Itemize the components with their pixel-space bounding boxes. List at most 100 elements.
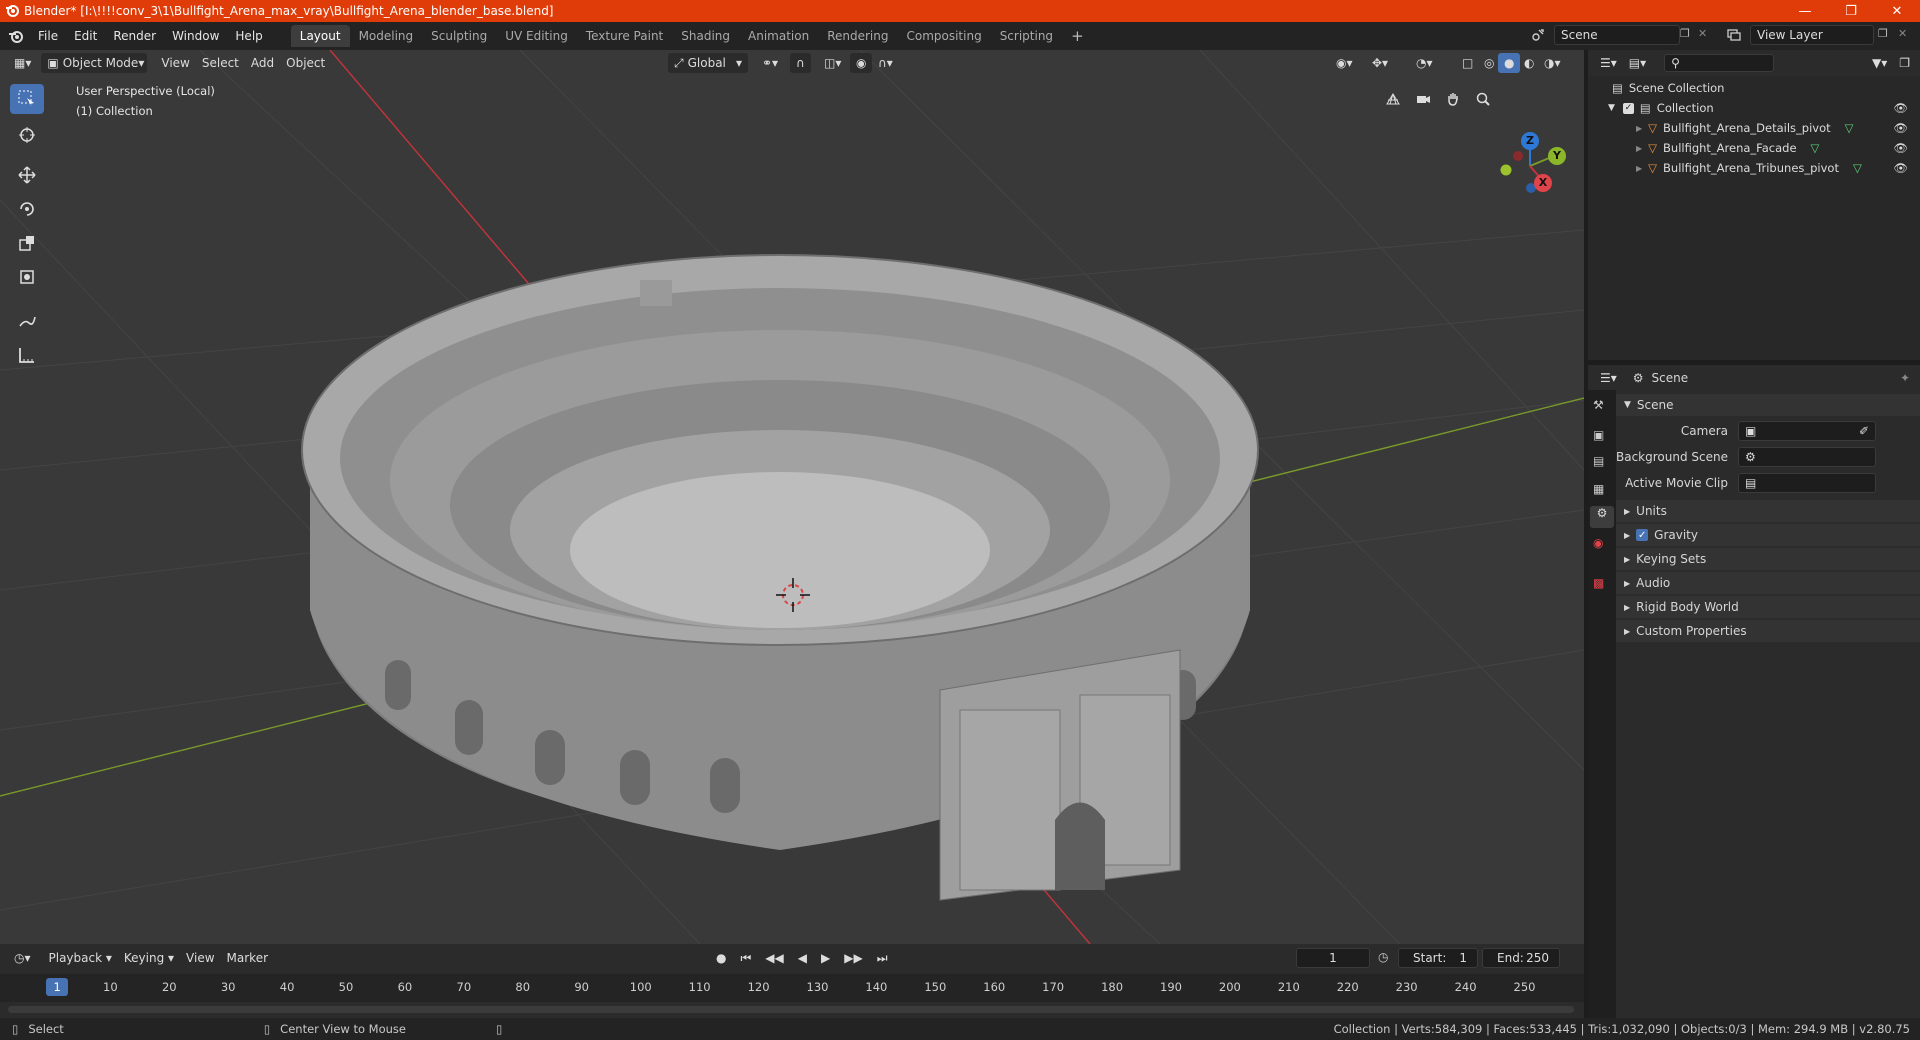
outliner-row-object[interactable]: ▶ ▽ Bullfight_Arena_Details_pivot ▽ 👁 [1588, 118, 1920, 138]
next-keyframe-icon[interactable]: ▶▶ [838, 948, 869, 968]
output-tab-icon[interactable]: ▤ [1593, 454, 1604, 468]
outliner-search-input[interactable]: ⚲ [1664, 54, 1775, 72]
menu-object[interactable]: Object [280, 53, 331, 73]
new-scene-icon[interactable]: ❐ [1680, 27, 1698, 43]
visibility-eye-icon[interactable]: 👁 [1893, 121, 1908, 135]
rotate-tool-icon[interactable] [10, 194, 44, 224]
view-layer-icon[interactable] [1722, 25, 1746, 45]
menu-marker[interactable]: Marker [221, 948, 274, 968]
gravity-panel-header[interactable]: ▶ ✓ Gravity [1616, 524, 1920, 546]
scene-field[interactable]: Scene [1554, 25, 1680, 45]
close-window-button[interactable]: ✕ [1874, 0, 1920, 22]
view-layer-field[interactable]: View Layer [1750, 25, 1874, 45]
expand-arrow-icon[interactable]: ▼ [1608, 103, 1615, 113]
measure-tool-icon[interactable] [10, 340, 44, 370]
zoom-view-icon[interactable] [1470, 86, 1496, 112]
falloff-icon[interactable]: ∩▾ [872, 53, 899, 73]
outliner-display-mode-icon[interactable]: ▤▾ [1623, 53, 1652, 73]
pin-icon[interactable]: ✦ [1900, 371, 1910, 385]
gizmo-y-axis[interactable]: Y [1548, 147, 1566, 165]
add-workspace-button[interactable]: + [1062, 23, 1093, 49]
outliner-row-object[interactable]: ▶ ▽ Bullfight_Arena_Tribunes_pivot ▽ 👁 [1588, 158, 1920, 178]
gizmo-x-axis[interactable]: X [1534, 174, 1552, 192]
gravity-checkbox[interactable]: ✓ [1636, 529, 1649, 541]
menu-help[interactable]: Help [227, 29, 270, 43]
collection-checkbox[interactable]: ✓ [1622, 102, 1634, 114]
menu-render[interactable]: Render [105, 29, 164, 43]
tab-compositing[interactable]: Compositing [897, 25, 990, 47]
play-reverse-icon[interactable]: ◀ [791, 948, 813, 968]
visibility-eye-icon[interactable]: 👁 [1893, 101, 1908, 115]
pivot-point-icon[interactable]: ⚭▾ [756, 53, 784, 73]
world-tab-icon[interactable]: ◉ [1593, 536, 1603, 550]
minimize-button[interactable]: — [1782, 0, 1828, 22]
background-scene-field[interactable]: ⚙ [1738, 447, 1876, 467]
new-collection-icon[interactable]: ❐ [1893, 53, 1916, 73]
gizmo-toggle-icon[interactable]: ✥▾ [1366, 53, 1394, 73]
outliner-row-scene-collection[interactable]: ▤ Scene Collection [1588, 78, 1920, 98]
camera-field[interactable]: ▣ ✐ [1738, 421, 1876, 441]
delete-view-layer-icon[interactable]: ✕ [1898, 27, 1914, 43]
pan-view-icon[interactable] [1440, 86, 1466, 112]
visibility-eye-icon[interactable]: 👁 [1893, 161, 1908, 175]
properties-editor-type-icon[interactable]: ☰▾ [1594, 368, 1623, 388]
scene-tab-icon[interactable]: ⚙ [1590, 506, 1614, 528]
cursor-tool-icon[interactable] [10, 120, 44, 150]
snap-target-icon[interactable]: ◫▾ [818, 53, 847, 73]
select-box-tool[interactable] [10, 84, 44, 114]
transform-tool-icon[interactable] [10, 262, 44, 292]
timeline-editor-type-icon[interactable]: ◷▾ [8, 948, 37, 968]
gizmo-z-axis[interactable]: Z [1521, 132, 1539, 150]
tool-tab-icon[interactable]: ⚒ [1593, 398, 1604, 412]
jump-end-icon[interactable]: ⏭ [870, 948, 894, 968]
active-movie-clip-field[interactable]: ▤ [1738, 473, 1876, 493]
custom-properties-panel-header[interactable]: ▶ Custom Properties [1616, 620, 1920, 642]
tab-shading[interactable]: Shading [672, 25, 739, 47]
menu-playback[interactable]: Playback ▾ [43, 948, 118, 968]
scene-browse-icon[interactable] [1526, 25, 1550, 45]
render-tab-icon[interactable]: ▣ [1593, 428, 1604, 442]
mode-dropdown[interactable]: ▣ Object Mode ▾ [41, 53, 148, 73]
outliner-editor-type-icon[interactable]: ☰▾ [1594, 53, 1623, 73]
annotate-tool-icon[interactable] [10, 306, 44, 336]
outliner-row-object[interactable]: ▶ ▽ Bullfight_Arena_Facade ▽ 👁 [1588, 138, 1920, 158]
new-view-layer-icon[interactable]: ❐ [1878, 27, 1896, 43]
audio-panel-header[interactable]: ▶ Audio [1616, 572, 1920, 594]
menu-timeline-view[interactable]: View [180, 948, 220, 968]
preview-range-icon[interactable]: ◷ [1378, 950, 1388, 964]
blender-menu-icon[interactable] [8, 29, 24, 43]
expand-arrow-icon[interactable]: ▶ [1636, 124, 1642, 133]
visibility-eye-icon[interactable]: 👁 [1893, 141, 1908, 155]
jump-start-icon[interactable]: ⏮ [734, 948, 758, 968]
menu-edit[interactable]: Edit [66, 29, 105, 43]
view-layer-tab-icon[interactable]: ▦ [1593, 482, 1604, 496]
scene-panel-header[interactable]: ▼ Scene [1616, 394, 1920, 416]
tab-texture-paint[interactable]: Texture Paint [577, 25, 672, 47]
move-tool-icon[interactable] [10, 160, 44, 190]
tab-modeling[interactable]: Modeling [350, 25, 423, 47]
proportional-edit-icon[interactable]: ◉ [850, 53, 873, 73]
eyedropper-icon[interactable]: ✐ [1859, 424, 1869, 438]
camera-view-icon[interactable] [1410, 86, 1436, 112]
menu-file[interactable]: File [30, 29, 66, 43]
end-frame-field[interactable]: End: 250 [1482, 948, 1560, 968]
tab-rendering[interactable]: Rendering [818, 25, 897, 47]
record-icon[interactable]: ● [710, 948, 733, 968]
overlays-toggle-icon[interactable]: ◔▾ [1410, 53, 1439, 73]
texture-tab-icon[interactable]: ▩ [1593, 576, 1604, 590]
timeline-scrollbar[interactable] [8, 1006, 1574, 1013]
menu-window[interactable]: Window [164, 29, 227, 43]
units-panel-header[interactable]: ▶ Units [1616, 500, 1920, 522]
current-frame-field[interactable]: 1 [1296, 948, 1370, 968]
scale-tool-icon[interactable] [10, 228, 44, 258]
tab-scripting[interactable]: Scripting [991, 25, 1062, 47]
start-frame-field[interactable]: Start: 1 [1398, 948, 1478, 968]
3d-viewport[interactable]: ▦▾ ▣ Object Mode ▾ View Select Add Object … [0, 50, 1584, 944]
tab-sculpting[interactable]: Sculpting [422, 25, 496, 47]
menu-keying[interactable]: Keying ▾ [118, 948, 180, 968]
menu-view[interactable]: View [155, 53, 195, 73]
expand-arrow-icon[interactable]: ▶ [1636, 144, 1642, 153]
transform-orientation-dropdown[interactable]: ⤢ Global ▾ [668, 53, 748, 73]
expand-arrow-icon[interactable]: ▶ [1636, 164, 1642, 173]
snap-toggle-icon[interactable]: ∩ [790, 53, 811, 73]
